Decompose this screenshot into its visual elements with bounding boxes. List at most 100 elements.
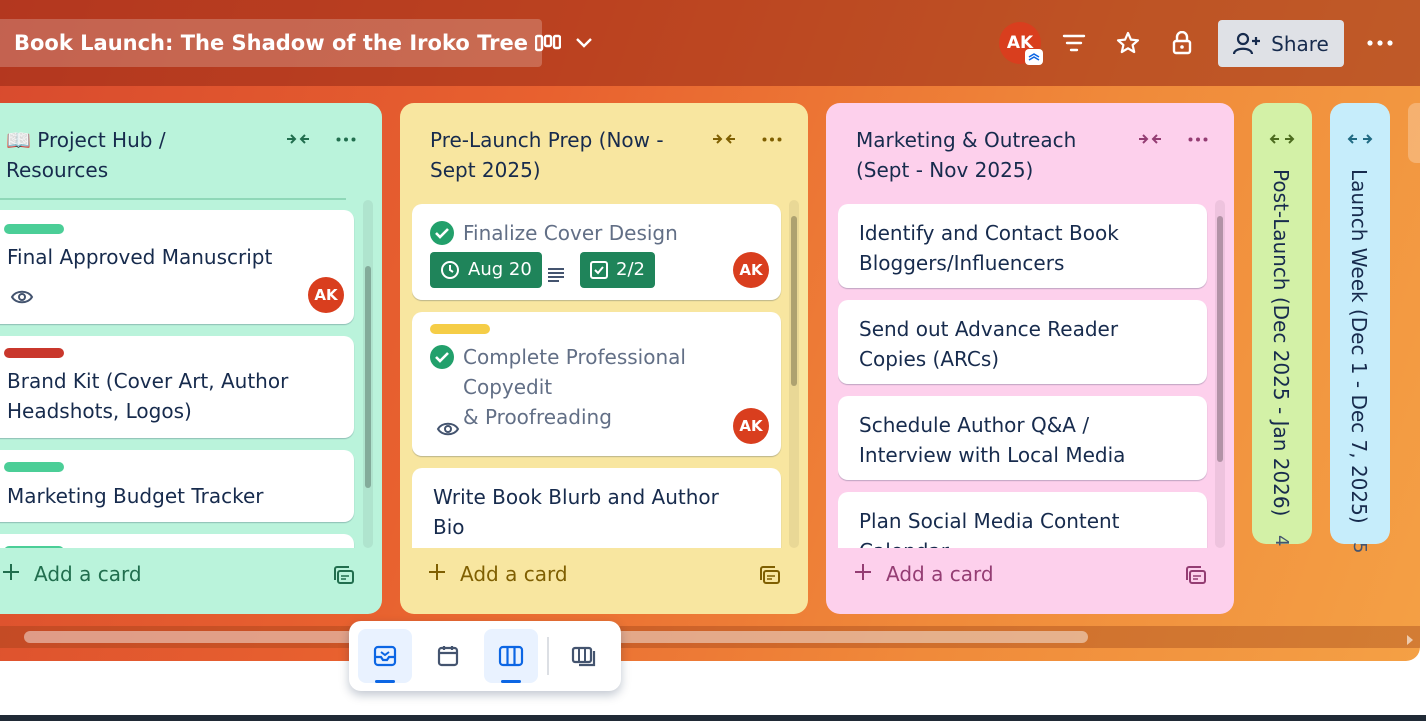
card-count: 5 (1349, 542, 1370, 554)
due-date-label: Aug 20 (468, 259, 532, 280)
cards-pre-launch: Finalize Cover Design Aug 20 2/2 AK Comp… (412, 198, 784, 548)
card-label (430, 324, 490, 334)
switch-boards-button[interactable] (558, 629, 612, 683)
inbox-icon (373, 645, 397, 667)
lock-icon[interactable] (1162, 22, 1202, 64)
card-title: Brand Kit (Cover Art, Author Headshots, … (7, 366, 288, 426)
checklist-badge: 2/2 (580, 252, 655, 288)
card-title: Send out Advance Reader Copies (ARCs) (859, 314, 1118, 374)
add-card-button[interactable]: Add a card (428, 562, 568, 586)
card-title: Final Approved Manuscript (7, 245, 273, 269)
card-title-line1: Write Book Blurb and Author (433, 485, 719, 509)
card-title: Finalize Cover Design (463, 221, 678, 245)
list-menu-icon[interactable] (331, 124, 361, 154)
scroll-thumb[interactable] (791, 216, 797, 386)
inbox-view-button[interactable] (358, 629, 412, 683)
expand-icon[interactable] (1269, 131, 1295, 150)
card-member-avatar[interactable]: AK (308, 277, 344, 313)
list-scrollbar[interactable] (1215, 200, 1225, 548)
add-card-button[interactable]: Add a card (2, 562, 142, 586)
list-title-line2: Sept 2025) (430, 158, 541, 182)
watching-eye-icon (436, 416, 460, 446)
add-card-label: Add a card (886, 562, 994, 586)
chevron-down-icon[interactable] (564, 22, 604, 64)
expand-icon[interactable] (1347, 131, 1373, 150)
list-title-pre-launch[interactable]: Pre-Launch Prep (Now - Sept 2025) (430, 125, 664, 185)
card-book-bloggers[interactable]: Identify and Contact Book Bloggers/Influ… (838, 204, 1207, 288)
add-card-label: Add a card (460, 562, 568, 586)
card-cover-design[interactable]: Finalize Cover Design Aug 20 2/2 AK (412, 204, 781, 300)
collapse-icon[interactable] (709, 124, 739, 154)
card-partial[interactable] (0, 534, 354, 548)
card-title-line1: Schedule Author Q&A / (859, 413, 1090, 437)
switch-boards-icon (571, 646, 596, 667)
add-card-label: Add a card (34, 562, 142, 586)
board-title[interactable]: Book Launch: The Shadow of the Iroko Tre… (0, 19, 542, 67)
card-copyedit[interactable]: Complete Professional Copyedit & Proofre… (412, 312, 781, 456)
list-title-marketing[interactable]: Marketing & Outreach (Sept - Nov 2025) (856, 125, 1076, 185)
filter-icon[interactable] (1054, 22, 1094, 64)
card-title-line2: Bio (433, 515, 465, 539)
collapse-icon[interactable] (283, 124, 313, 154)
card-template-icon[interactable] (760, 566, 782, 590)
add-card-button[interactable]: Add a card (854, 562, 994, 586)
checklist-count: 2/2 (616, 259, 645, 280)
card-member-avatar[interactable]: AK (733, 408, 769, 444)
list-scrollbar[interactable] (789, 200, 799, 548)
list-title-project-hub[interactable]: 📖 Project Hub / Resources (6, 125, 166, 185)
card-count: 4 (1271, 534, 1292, 547)
due-date-badge[interactable]: Aug 20 (430, 252, 542, 288)
collapsed-list-title-text: Post-Launch (Dec 2025 - Jan 2026) (1269, 169, 1293, 517)
plus-icon (2, 562, 20, 586)
card-final-manuscript[interactable]: Final Approved Manuscript AK (0, 210, 354, 324)
card-label (4, 224, 64, 234)
collapsed-list-title-text: Launch Week (Dec 1 - Dec 7, 2025) (1347, 169, 1371, 524)
board-view-icon[interactable] (528, 22, 568, 64)
collapsed-list-post-launch[interactable]: Post-Launch (Dec 2025 - Jan 2026) 4 (1252, 103, 1312, 547)
list-title-line1: Marketing & Outreach (856, 128, 1077, 152)
card-budget-tracker[interactable]: Marketing Budget Tracker (0, 450, 354, 522)
card-label (4, 348, 64, 358)
collapse-icon[interactable] (1135, 124, 1165, 154)
board-columns-icon (498, 645, 524, 667)
collapsed-list-launch-week[interactable]: Launch Week (Dec 1 - Dec 7, 2025) 5 (1330, 103, 1390, 553)
add-list-peek[interactable] (1408, 103, 1420, 163)
card-member-avatar[interactable]: AK (733, 252, 769, 288)
card-template-icon[interactable] (334, 566, 356, 590)
star-icon[interactable] (1108, 22, 1148, 64)
card-arcs[interactable]: Send out Advance Reader Copies (ARCs) (838, 300, 1207, 384)
calendar-view-button[interactable] (421, 629, 475, 683)
share-button[interactable]: Share (1218, 20, 1344, 67)
list-scrollbar[interactable] (363, 200, 373, 548)
card-book-blurb[interactable]: Write Book Blurb and Author Bio (412, 468, 781, 548)
card-title-line1: Identify and Contact Book (859, 221, 1119, 245)
card-title-line2: Copies (ARCs) (859, 347, 1000, 371)
list-menu-icon[interactable] (757, 124, 787, 154)
add-person-icon (1233, 32, 1261, 54)
card-title-line1: Plan Social Media Content (859, 509, 1120, 533)
checklist-icon (590, 261, 608, 279)
list-title-line2: (Sept - Nov 2025) (856, 158, 1034, 182)
card-title: Marketing Budget Tracker (7, 484, 264, 508)
list-menu-icon[interactable] (1183, 124, 1213, 154)
card-social-media[interactable]: Plan Social Media Content Calendar (838, 492, 1207, 548)
card-brand-kit[interactable]: Brand Kit (Cover Art, Author Headshots, … (0, 336, 354, 438)
card-template-icon[interactable] (1186, 566, 1208, 590)
check-complete-icon[interactable] (429, 220, 455, 254)
card-author-qa[interactable]: Schedule Author Q&A / Interview with Loc… (838, 396, 1207, 480)
scroll-thumb[interactable] (365, 266, 371, 488)
board-horizontal-scrollbar[interactable] (0, 626, 1420, 648)
more-options-icon[interactable] (1360, 22, 1400, 64)
scroll-thumb[interactable] (1217, 216, 1223, 462)
os-taskbar (0, 715, 1426, 721)
clock-icon (441, 261, 459, 279)
card-title-line1: Send out Advance Reader (859, 317, 1119, 341)
card-label (4, 546, 64, 548)
board-view-button[interactable] (484, 629, 538, 683)
check-complete-icon[interactable] (429, 344, 455, 378)
card-title: Plan Social Media Content Calendar (859, 506, 1120, 548)
card-title: Schedule Author Q&A / Interview with Loc… (859, 410, 1125, 470)
active-indicator (501, 680, 521, 683)
scroll-right-arrow-icon[interactable] (1406, 631, 1414, 650)
card-title: Write Book Blurb and Author Bio (433, 482, 719, 542)
